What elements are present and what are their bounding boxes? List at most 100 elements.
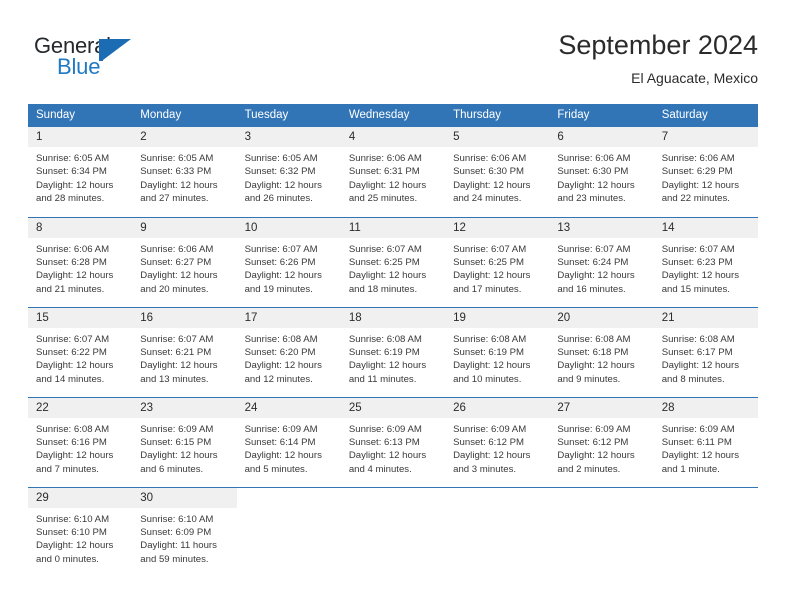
calendar-day-cell[interactable]: 20 Sunrise: 6:08 AM Sunset: 6:18 PM Dayligh… [549, 306, 654, 397]
day-number: 14 [653, 217, 758, 238]
calendar-day-cell[interactable]: 16 Sunrise: 6:07 AM Sunset: 6:21 PM Dayligh… [132, 306, 237, 397]
calendar-day-cell[interactable]: 22 Sunrise: 6:08 AM Sunset: 6:16 PM Dayligh… [28, 396, 133, 487]
day-details: Sunrise: 6:08 AM Sunset: 6:18 PM Daylight:… [549, 328, 653, 387]
day-number: 8 [28, 217, 133, 238]
daylight-duration-line2: and 10 minutes. [453, 373, 522, 385]
calendar-day-cell[interactable]: 10 Sunrise: 6:07 AM Sunset: 6:26 PM Dayligh… [236, 216, 341, 307]
calendar-grid: Sunday Monday Tuesday Wednesday Thursday… [28, 104, 758, 577]
daylight-duration-line2: and 21 minutes. [36, 283, 105, 295]
daylight-duration-line2: and 19 minutes. [244, 283, 313, 295]
calendar-day-cell[interactable]: 5 Sunrise: 6:06 AM Sunset: 6:30 PM Daylight… [445, 127, 550, 217]
day-number: 18 [340, 307, 446, 328]
day-details: Sunrise: 6:06 AM Sunset: 6:30 PM Daylight:… [549, 147, 653, 206]
calendar-day-cell[interactable]: 19 Sunrise: 6:08 AM Sunset: 6:19 PM Dayligh… [445, 306, 550, 397]
calendar-day-cell[interactable]: 28 Sunrise: 6:09 AM Sunset: 6:11 PM Dayligh… [653, 396, 758, 487]
daylight-duration-line2: and 12 minutes. [244, 373, 313, 385]
day-number: 7 [653, 127, 758, 147]
day-details: Sunrise: 6:09 AM Sunset: 6:13 PM Daylight:… [341, 418, 445, 477]
calendar-body: 1 Sunrise: 6:05 AM Sunset: 6:34 PM Daylight… [28, 127, 758, 577]
daylight-duration-line2: and 22 minutes. [661, 193, 730, 205]
calendar-day-cell[interactable]: 8 Sunrise: 6:06 AM Sunset: 6:28 PM Daylight… [28, 216, 133, 307]
calendar-day-cell[interactable]: 1 Sunrise: 6:05 AM Sunset: 6:34 PM Daylight… [28, 127, 133, 217]
day-details: Sunrise: 6:09 AM Sunset: 6:12 PM Daylight:… [445, 418, 549, 477]
calendar-day-cell[interactable]: 18 Sunrise: 6:08 AM Sunset: 6:19 PM Dayligh… [340, 306, 446, 397]
day-details: Sunrise: 6:09 AM Sunset: 6:12 PM Daylight:… [549, 418, 653, 477]
page-title: September 2024 [558, 30, 758, 60]
daylight-duration-line2: and 27 minutes. [140, 193, 209, 205]
calendar-day-cell[interactable]: 13 Sunrise: 6:07 AM Sunset: 6:24 PM Dayligh… [549, 216, 654, 307]
sunrise-time: Sunrise: 6:08 AM [661, 333, 735, 345]
daylight-duration-line1: Daylight: 12 hours [661, 179, 740, 191]
day-number: 12 [445, 217, 550, 238]
calendar-header-row: Sunday Monday Tuesday Wednesday Thursday… [28, 104, 758, 127]
daylight-duration-line2: and 14 minutes. [36, 373, 105, 385]
daylight-duration-line1: Daylight: 12 hours [36, 270, 114, 282]
daylight-duration-line1: Daylight: 12 hours [453, 270, 531, 282]
calendar-day-cell[interactable]: 30 Sunrise: 6:10 AM Sunset: 6:09 PM Dayligh… [132, 486, 237, 577]
daylight-duration-line1: Daylight: 12 hours [348, 360, 427, 372]
daylight-duration-line2: and 1 minute. [661, 463, 720, 475]
day-number: 25 [340, 397, 446, 418]
calendar-day-cell[interactable]: 17 Sunrise: 6:08 AM Sunset: 6:20 PM Dayligh… [236, 306, 341, 397]
daylight-duration-line2: and 20 minutes. [140, 283, 209, 295]
sunrise-time: Sunrise: 6:05 AM [140, 153, 214, 164]
day-number: 28 [653, 397, 758, 418]
day-details: Sunrise: 6:07 AM Sunset: 6:26 PM Daylight:… [237, 238, 341, 297]
day-number: 22 [28, 397, 133, 418]
sunset-time: Sunset: 6:28 PM [36, 256, 107, 268]
calendar-day-cell[interactable]: 21 Sunrise: 6:08 AM Sunset: 6:17 PM Dayligh… [653, 306, 758, 397]
calendar-day-cell[interactable]: 11 Sunrise: 6:07 AM Sunset: 6:25 PM Dayligh… [340, 216, 446, 307]
daylight-duration-line2: and 5 minutes. [244, 463, 308, 475]
daylight-duration-line2: and 2 minutes. [557, 463, 621, 475]
calendar-day-cell[interactable]: 7 Sunrise: 6:06 AM Sunset: 6:29 PM Daylight… [653, 127, 758, 217]
day-details: Sunrise: 6:08 AM Sunset: 6:17 PM Daylight:… [654, 328, 758, 387]
daylight-duration-line1: Daylight: 12 hours [661, 360, 740, 372]
calendar-day-cell[interactable]: 2 Sunrise: 6:05 AM Sunset: 6:33 PM Daylight… [132, 127, 237, 217]
day-number: 23 [132, 397, 237, 418]
daylight-duration-line2: and 59 minutes. [140, 553, 209, 565]
calendar-day-cell[interactable]: 12 Sunrise: 6:07 AM Sunset: 6:25 PM Dayligh… [445, 216, 550, 307]
weekday-header-tuesday: Tuesday [236, 104, 341, 127]
day-number: 27 [549, 397, 654, 418]
day-details: Sunrise: 6:07 AM Sunset: 6:25 PM Daylight:… [341, 238, 445, 297]
daylight-duration-line1: Daylight: 12 hours [453, 450, 531, 462]
daylight-duration-line1: Daylight: 12 hours [244, 270, 322, 282]
daylight-duration-line1: Daylight: 12 hours [557, 270, 635, 282]
calendar-day-cell[interactable]: 6 Sunrise: 6:06 AM Sunset: 6:30 PM Daylight… [549, 127, 654, 217]
sunrise-time: Sunrise: 6:08 AM [36, 423, 110, 435]
daylight-duration-line1: Daylight: 12 hours [244, 360, 322, 372]
sunrise-time: Sunrise: 6:09 AM [348, 423, 422, 435]
calendar-day-cell[interactable]: 26 Sunrise: 6:09 AM Sunset: 6:12 PM Dayligh… [445, 396, 550, 487]
sunset-time: Sunset: 6:17 PM [661, 346, 733, 358]
calendar-day-cell[interactable]: 29 Sunrise: 6:10 AM Sunset: 6:10 PM Dayligh… [28, 486, 133, 577]
calendar-day-cell[interactable]: 9 Sunrise: 6:06 AM Sunset: 6:27 PM Daylight… [132, 216, 237, 307]
calendar-day-cell[interactable]: 3 Sunrise: 6:05 AM Sunset: 6:32 PM Daylight… [236, 127, 341, 217]
sunrise-time: Sunrise: 6:06 AM [557, 153, 631, 164]
sunset-time: Sunset: 6:16 PM [36, 436, 107, 448]
daylight-duration-line1: Daylight: 11 hours [140, 540, 217, 552]
sunset-time: Sunset: 6:24 PM [557, 256, 629, 268]
sunset-time: Sunset: 6:32 PM [244, 166, 316, 178]
daylight-duration-line2: and 13 minutes. [140, 373, 209, 385]
day-details: Sunrise: 6:05 AM Sunset: 6:33 PM Daylight:… [132, 147, 236, 206]
calendar-day-cell[interactable]: 23 Sunrise: 6:09 AM Sunset: 6:15 PM Dayligh… [132, 396, 237, 487]
calendar-week-row: 1 Sunrise: 6:05 AM Sunset: 6:34 PM Daylight… [28, 127, 758, 217]
weekday-header-thursday: Thursday [445, 104, 550, 127]
day-details: Sunrise: 6:05 AM Sunset: 6:34 PM Daylight:… [28, 147, 132, 206]
day-number [236, 487, 341, 508]
weekday-header-friday: Friday [549, 104, 654, 127]
daylight-duration-line1: Daylight: 12 hours [661, 450, 740, 462]
day-number: 15 [28, 307, 133, 328]
day-details: Sunrise: 6:06 AM Sunset: 6:30 PM Daylight:… [445, 147, 549, 206]
sunset-time: Sunset: 6:12 PM [453, 436, 525, 448]
calendar-day-cell[interactable]: 14 Sunrise: 6:07 AM Sunset: 6:23 PM Dayligh… [653, 216, 758, 307]
calendar-day-cell[interactable]: 15 Sunrise: 6:07 AM Sunset: 6:22 PM Dayligh… [28, 306, 133, 397]
calendar-day-cell[interactable]: 25 Sunrise: 6:09 AM Sunset: 6:13 PM Dayligh… [340, 396, 446, 487]
calendar-day-cell[interactable]: 4 Sunrise: 6:06 AM Sunset: 6:31 PM Daylight… [340, 127, 446, 217]
sunrise-time: Sunrise: 6:10 AM [36, 513, 110, 525]
sunset-time: Sunset: 6:12 PM [557, 436, 629, 448]
general-blue-logo[interactable]: General Blue [34, 33, 174, 85]
calendar-day-cell[interactable]: 27 Sunrise: 6:09 AM Sunset: 6:12 PM Dayligh… [549, 396, 654, 487]
logo-text-blue: Blue [57, 54, 101, 79]
calendar-day-cell[interactable]: 24 Sunrise: 6:09 AM Sunset: 6:14 PM Dayligh… [236, 396, 341, 487]
